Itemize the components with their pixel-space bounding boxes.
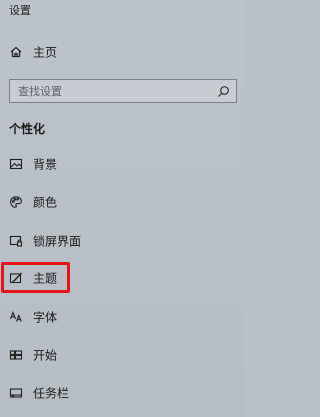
palette-icon <box>9 195 23 209</box>
nav-item-label: 字体 <box>33 310 58 325</box>
theme-brush-icon <box>9 271 23 285</box>
taskbar-icon <box>9 386 23 400</box>
nav-item-background[interactable]: 背景 <box>0 147 245 181</box>
nav-item-label: 颜色 <box>33 195 58 210</box>
search-icon[interactable] <box>217 85 230 98</box>
nav-item-taskbar[interactable]: 任务栏 <box>0 376 245 410</box>
nav-item-start[interactable]: 开始 <box>0 338 245 372</box>
nav-item-fonts[interactable]: 字体 <box>0 300 245 334</box>
home-nav-item[interactable]: 主页 <box>0 35 245 69</box>
nav-item-themes[interactable]: 主题 <box>0 261 245 295</box>
image-icon <box>9 157 23 171</box>
nav-item-label: 任务栏 <box>33 386 70 401</box>
window-title: 设置 <box>9 4 31 17</box>
nav-item-label: 背景 <box>33 157 58 172</box>
nav-item-label: 主题 <box>33 271 58 286</box>
nav-item-colors[interactable]: 颜色 <box>0 185 245 219</box>
start-grid-icon <box>9 348 23 362</box>
home-icon <box>9 45 23 59</box>
section-title: 个性化 <box>9 122 46 136</box>
settings-window: 设置 主页 个性化 背景 <box>0 0 245 417</box>
search-input[interactable] <box>10 80 210 102</box>
lock-screen-icon <box>9 234 23 248</box>
nav-item-label: 开始 <box>33 348 58 363</box>
font-icon <box>9 310 23 324</box>
nav-item-label: 锁屏界面 <box>33 234 82 249</box>
search-box[interactable] <box>9 79 237 103</box>
nav-item-lock-screen[interactable]: 锁屏界面 <box>0 224 245 258</box>
home-label: 主页 <box>33 45 58 60</box>
